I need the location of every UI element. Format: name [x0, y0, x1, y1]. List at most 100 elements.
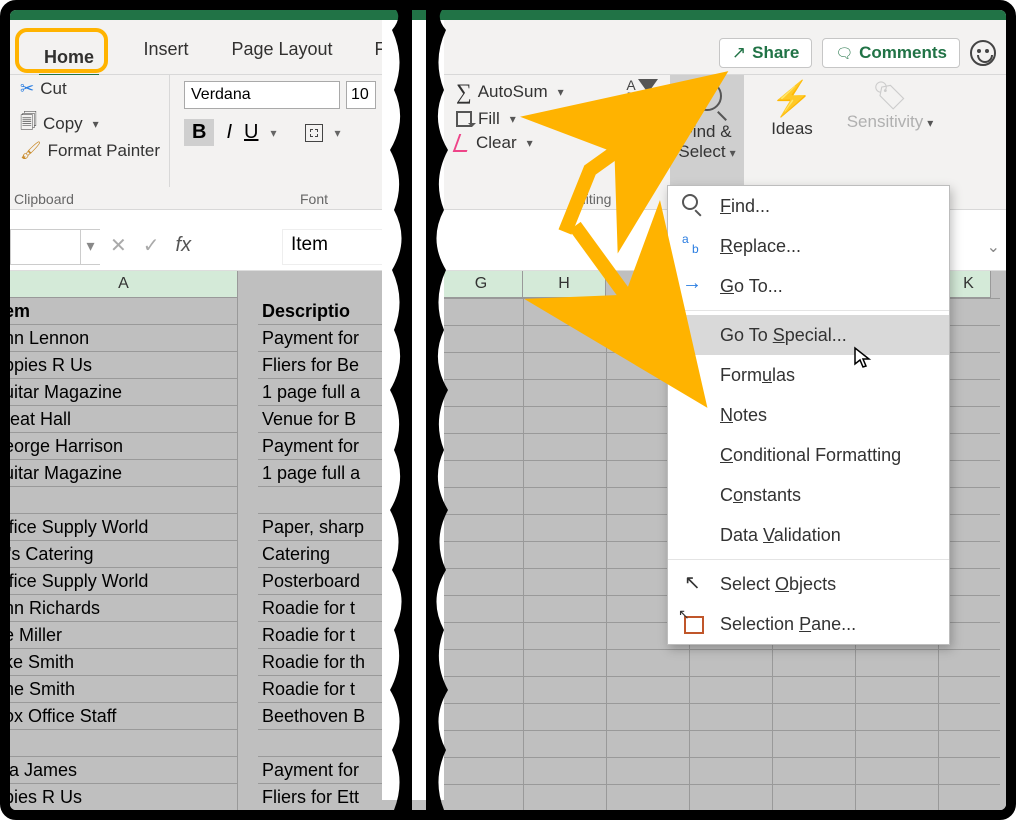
table-cell[interactable]: Venue for B	[258, 406, 398, 433]
autosum-button[interactable]: ∑ AutoSum	[450, 79, 610, 105]
autosum-label: AutoSum	[478, 82, 548, 102]
tab-insert[interactable]: Insert	[135, 30, 197, 68]
menu-constants[interactable]: Constants	[668, 475, 949, 515]
column-header-k[interactable]: K	[947, 271, 991, 298]
table-cell[interactable]: Roadie for th	[258, 649, 398, 676]
fill-label: Fill	[478, 109, 500, 129]
cut-button[interactable]: ✂ Cut	[14, 77, 73, 101]
ideas-button[interactable]: ⚡ Ideas	[762, 79, 822, 139]
table-cell[interactable]: Descriptio	[258, 298, 398, 325]
table-cell[interactable]: l's Catering	[0, 541, 238, 568]
underline-button[interactable]: U	[244, 121, 258, 144]
table-cell[interactable]: hn Richards	[0, 595, 238, 622]
table-cell[interactable]: ox Office Staff	[0, 703, 238, 730]
app-window: Home Insert Page Layout F ↗ Share 🗨 Comm…	[0, 0, 1016, 820]
italic-button[interactable]: I	[226, 121, 232, 144]
table-cell[interactable]: 1 page full a	[258, 379, 398, 406]
table-cell[interactable]: Payment for	[258, 433, 398, 460]
menu-selection-pane[interactable]: Selection Pane...	[668, 604, 949, 644]
table-cell[interactable]: Roadie for t	[258, 595, 398, 622]
menu-replace[interactable]: Replace...	[668, 226, 949, 266]
comments-button[interactable]: 🗨 Comments	[822, 38, 960, 68]
find-select-button[interactable]: Find & Select	[670, 75, 744, 187]
share-button[interactable]: ↗ Share	[719, 38, 813, 68]
tab-home[interactable]: Home	[39, 40, 99, 78]
table-cell[interactable]: ffice Supply World	[0, 514, 238, 541]
clear-button[interactable]: Clear	[450, 133, 610, 153]
table-cell[interactable]: ne Smith	[0, 676, 238, 703]
table-cell[interactable]: Fliers for Ett	[258, 784, 398, 811]
menu-data-validation[interactable]: Data Validation	[668, 515, 949, 555]
sensitivity-button: 🏷 Sensitivity	[840, 79, 940, 132]
menu-formulas[interactable]: Formulas	[668, 355, 949, 395]
copy-button[interactable]: 🗐 Copy	[14, 107, 105, 140]
menu-select-objects[interactable]: Select Objects	[668, 564, 949, 604]
table-cell[interactable]: ta James	[0, 757, 238, 784]
table-cell[interactable]: Payment for	[258, 757, 398, 784]
table-cell[interactable]: pies R Us	[0, 784, 238, 811]
table-cell[interactable]	[258, 487, 398, 514]
menu-goto[interactable]: Go To...	[668, 266, 949, 306]
name-box-dropdown-icon[interactable]: ▾	[80, 230, 100, 264]
format-painter-button[interactable]: 🖌 Format Painter	[14, 139, 166, 163]
table-cell[interactable]: em	[0, 298, 238, 325]
table-cell[interactable]	[0, 487, 238, 514]
table-cell[interactable]: uitar Magazine	[0, 460, 238, 487]
replace-icon	[682, 234, 706, 258]
table-cell[interactable]: 1 page full a	[258, 460, 398, 487]
find-select-menu: Find... Replace... Go To... Go To Specia…	[667, 185, 950, 645]
table-cell[interactable]: ffice Supply World	[0, 568, 238, 595]
name-box[interactable]: ▾	[10, 229, 100, 265]
table-cell[interactable]: Beethoven B	[258, 703, 398, 730]
table-cell[interactable]: Roadie for t	[258, 622, 398, 649]
borders-button[interactable]	[305, 124, 323, 142]
table-cell[interactable]: Paper, sharp	[258, 514, 398, 541]
sort-filter-button[interactable]: AZ S & Filter	[612, 79, 672, 139]
borders-dropdown-icon[interactable]: ▾	[335, 126, 341, 140]
az-icon: AZ	[626, 79, 635, 103]
table-cell[interactable]: Fliers for Be	[258, 352, 398, 379]
tag-icon: 🏷	[840, 79, 940, 112]
menu-notes[interactable]: Notes	[668, 395, 949, 435]
table-cell[interactable]: hn Lennon	[0, 325, 238, 352]
table-cell[interactable]: uitar Magazine	[0, 379, 238, 406]
table-cell[interactable]: e Miller	[0, 622, 238, 649]
enter-check-icon[interactable]: ✓	[143, 233, 160, 258]
torn-edge-left	[382, 10, 412, 810]
table-cell[interactable]: Payment for	[258, 325, 398, 352]
magnifier-icon	[692, 81, 722, 111]
feedback-smile-icon[interactable]	[970, 40, 996, 66]
menu-cond-fmt[interactable]: Conditional Formatting	[668, 435, 949, 475]
cancel-x-icon[interactable]: ✕	[110, 233, 127, 258]
table-cell[interactable]: ppies R Us	[0, 352, 238, 379]
menu-goto-special[interactable]: Go To Special...	[668, 315, 949, 355]
table-cell[interactable]: Catering	[258, 541, 398, 568]
column-header-a[interactable]: A	[10, 271, 238, 298]
clipboard-group-label: Clipboard	[14, 191, 74, 207]
underline-dropdown-icon[interactable]: ▾	[270, 126, 276, 140]
menu-find[interactable]: Find...	[668, 186, 949, 226]
table-cell[interactable]	[258, 730, 398, 757]
comments-icon: 🗨	[835, 45, 853, 62]
sort-filter-label-1: S	[625, 103, 636, 120]
fill-button[interactable]: Fill	[450, 109, 610, 129]
table-cell[interactable]: ke Smith	[0, 649, 238, 676]
column-header-h[interactable]: H	[523, 271, 606, 298]
formula-expand-icon[interactable]: ⌄	[987, 237, 1000, 257]
table-cell[interactable]: Posterboard	[258, 568, 398, 595]
fx-icon[interactable]: fx	[176, 234, 192, 257]
tab-page-layout[interactable]: Page Layout	[222, 30, 342, 68]
find-select-label-1: Find &	[670, 122, 744, 142]
sigma-icon: ∑	[456, 79, 472, 105]
editing-commands: ∑ AutoSum Fill Clear	[450, 75, 610, 157]
table-cell[interactable]: eorge Harrison	[0, 433, 238, 460]
formula-input[interactable]: Item	[282, 229, 392, 265]
table-cell[interactable]: reat Hall	[0, 406, 238, 433]
font-name-input[interactable]	[184, 81, 340, 109]
table-cell[interactable]	[0, 730, 238, 757]
table-cell[interactable]: Roadie for t	[258, 676, 398, 703]
torn-edge-right	[426, 10, 456, 810]
bold-button[interactable]: B	[184, 119, 214, 146]
font-size-input[interactable]	[346, 81, 376, 109]
font-group-label: Font	[300, 191, 328, 207]
